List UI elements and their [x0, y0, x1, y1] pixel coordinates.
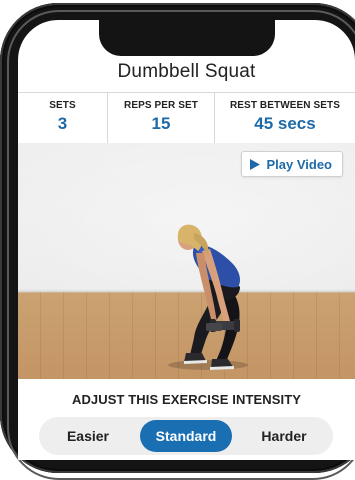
intensity-option-harder[interactable]: Harder: [238, 420, 330, 452]
stat-sets-label: SETS: [49, 100, 76, 111]
page-title: Dumbbell Squat: [117, 61, 256, 82]
play-video-label: Play Video: [266, 156, 332, 172]
stat-rest-label: REST BETWEEN SETS: [229, 100, 341, 111]
intensity-option-standard[interactable]: Standard: [140, 420, 232, 452]
play-triangle-icon: [250, 158, 261, 170]
stat-reps: REPS PER SET 15: [108, 93, 215, 143]
stat-reps-value: 15: [151, 114, 171, 133]
intensity-option-easier[interactable]: Easier: [42, 420, 134, 452]
stat-rest: REST BETWEEN SETS 45 secs: [215, 93, 355, 143]
stat-reps-label: REPS PER SET: [124, 100, 198, 111]
intensity-segmented-control: Easier Standard Harder: [39, 417, 333, 455]
stat-sets-value: 3: [57, 114, 68, 133]
intensity-heading: ADJUST THIS EXERCISE INTENSITY: [71, 392, 302, 407]
play-video-button[interactable]: Play Video: [241, 151, 343, 177]
stat-rest-value: 45 secs: [254, 114, 316, 133]
phone-notch: [99, 20, 275, 56]
app-screen: Dumbbell Squat SETS 3 REPS PER SET 15 RE…: [18, 20, 355, 460]
exercise-stats-bar: SETS 3 REPS PER SET 15 REST BETWEEN SETS…: [18, 92, 355, 144]
stat-sets: SETS 3: [18, 93, 108, 143]
exercise-video-preview[interactable]: Play Video: [18, 143, 355, 379]
exercise-demo-figure: [168, 224, 248, 370]
